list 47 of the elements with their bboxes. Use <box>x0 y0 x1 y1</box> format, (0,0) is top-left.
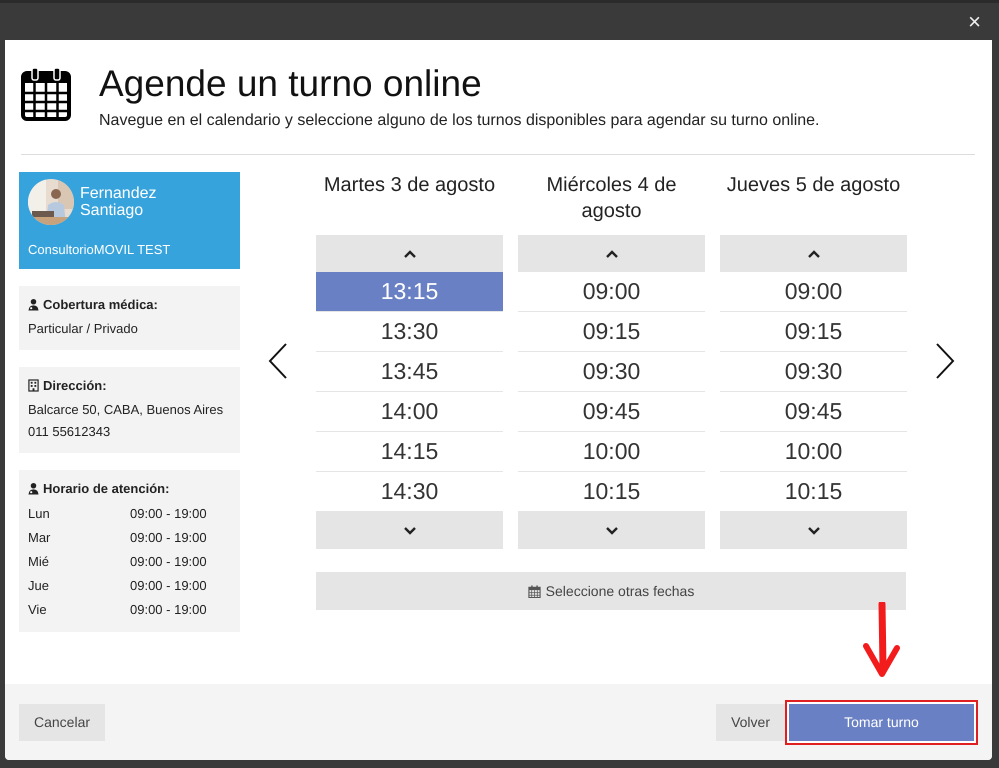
chevron-down-icon <box>404 526 416 534</box>
previous-button[interactable] <box>268 340 288 380</box>
hours-text: 09:00 - 19:00 <box>130 553 207 571</box>
scroll-down-button[interactable] <box>720 512 907 549</box>
hours-text: 09:00 - 19:00 <box>130 529 207 547</box>
card-label: Dirección: <box>43 378 107 393</box>
day-label: Mié <box>28 553 50 571</box>
next-button[interactable] <box>935 340 955 380</box>
hours-text: 09:00 - 19:00 <box>130 601 207 619</box>
day-label: Mar <box>28 529 52 547</box>
professional-name: Fernandez Santiago <box>80 185 158 219</box>
close-button[interactable]: × <box>968 10 981 32</box>
scroll-up-button[interactable] <box>316 235 503 272</box>
day-label: Jue <box>28 577 50 595</box>
day-label: Vie <box>28 601 48 619</box>
day-heading: Martes 3 de agosto <box>322 173 496 198</box>
doctor-icon <box>28 298 39 311</box>
building-icon <box>28 379 39 392</box>
scroll-down-button[interactable] <box>316 512 503 549</box>
card-label: Cobertura médica: <box>43 297 158 312</box>
chevron-up-icon <box>606 250 618 258</box>
doctor-icon <box>28 482 39 495</box>
chevron-down-icon <box>808 526 820 534</box>
calendar-icon <box>528 584 541 598</box>
day-heading: Miércoles 4 de agosto <box>545 173 678 224</box>
card-text: 011 55612343 <box>28 423 112 441</box>
time-slot[interactable]: 13:15 <box>316 272 503 312</box>
office-name: ConsultorioMOVIL TEST <box>28 242 172 257</box>
card-text: Balcarce 50, CABA, Buenos Aires <box>28 401 224 419</box>
confirm-button[interactable]: Tomar turno <box>785 700 978 744</box>
scroll-down-button[interactable] <box>518 512 705 549</box>
back-button[interactable]: Volver <box>716 704 785 740</box>
day-label: Lun <box>28 505 51 523</box>
scroll-up-button[interactable] <box>518 235 705 272</box>
chevron-up-icon <box>808 250 820 258</box>
dialog-subtitle: Navegue en el calendario y seleccione alguno de los turnos disponibles para agendar su turno online. <box>99 112 820 130</box>
other-dates-button[interactable]: Seleccione otras fechas <box>316 572 906 610</box>
day-heading: Jueves 5 de agosto <box>726 173 902 198</box>
card-label: Horario de atención: <box>43 481 170 496</box>
dialog-title: Agende un turno online <box>99 62 483 106</box>
chevron-down-icon <box>606 526 618 534</box>
card-text: Particular / Privado <box>28 320 139 338</box>
cancel-button[interactable]: Cancelar <box>19 704 106 740</box>
scroll-up-button[interactable] <box>720 235 907 272</box>
hours-text: 09:00 - 19:00 <box>130 505 207 523</box>
chevron-up-icon <box>404 250 416 258</box>
hours-text: 09:00 - 19:00 <box>130 577 207 595</box>
